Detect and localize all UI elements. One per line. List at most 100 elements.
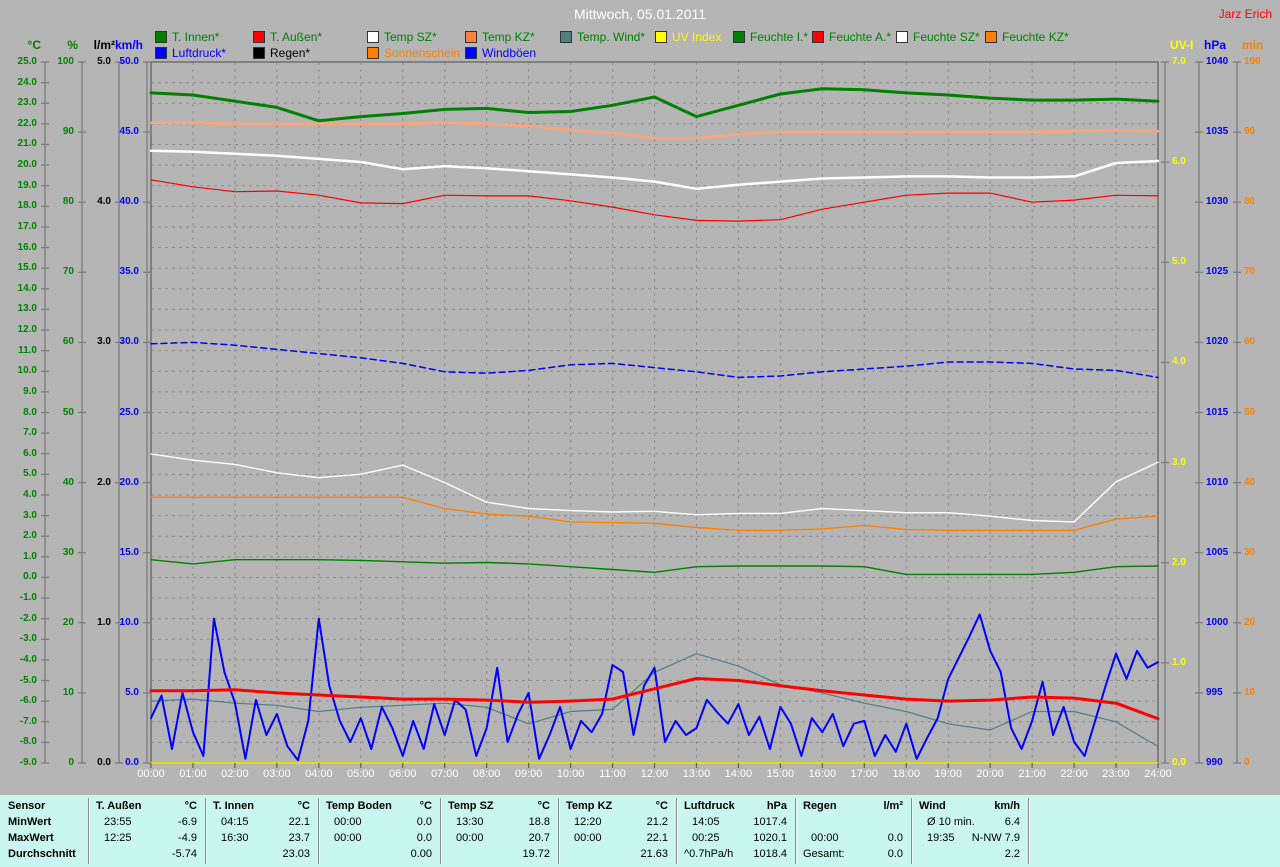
stats-avg-value: -5.74 [127, 847, 197, 862]
axis-tick-c: 10.0 [0, 365, 37, 376]
axis-tick-min: 70 [1244, 266, 1280, 277]
axis-tick-c: 20.0 [0, 159, 37, 170]
x-axis-label: 04:00 [297, 768, 341, 780]
stats-row-label: MaxWert [8, 831, 54, 846]
axis-tick-c: 3.0 [0, 510, 37, 521]
axis-tick-kmh: 50.0 [91, 56, 139, 67]
axis-tick-c: 6.0 [0, 448, 37, 459]
table-separator [440, 798, 442, 864]
stats-col-name: T. Innen [213, 799, 254, 814]
x-axis-label: 05:00 [339, 768, 383, 780]
stats-max-value: N-NW 7.9 [950, 831, 1020, 846]
x-axis-label: 17:00 [842, 768, 886, 780]
stats-row-label: Durchschnitt [8, 847, 76, 862]
stats-col-name: Regen [803, 799, 837, 814]
stats-col-name: Temp Boden [326, 799, 392, 814]
stats-col-name: Wind [919, 799, 946, 814]
axis-tick-min: 80 [1244, 196, 1280, 207]
table-separator [558, 798, 560, 864]
stats-max-value: 0.0 [362, 831, 432, 846]
x-axis-label: 15:00 [758, 768, 802, 780]
axis-tick-c: 12.0 [0, 324, 37, 335]
table-separator [1028, 798, 1030, 864]
stats-col-unit: km/h [976, 799, 1020, 814]
axis-tick-min: 50 [1244, 407, 1280, 418]
stats-col-unit: °C [266, 799, 310, 814]
axis-tick-min: 60 [1244, 336, 1280, 347]
stats-min-value: 22.1 [240, 815, 310, 830]
axis-tick-pct: 90 [26, 126, 74, 137]
stats-avg-value: 0.00 [362, 847, 432, 862]
axis-tick-kmh: 0.0 [91, 757, 139, 768]
x-axis-label: 12:00 [633, 768, 677, 780]
x-axis-label: 21:00 [1010, 768, 1054, 780]
axis-tick-kmh: 40.0 [91, 196, 139, 207]
stats-min-value: 6.4 [950, 815, 1020, 830]
axis-tick-c: -5.0 [0, 675, 37, 686]
stats-max-time: 00:25 [692, 831, 720, 846]
stats-max-time: 00:00 [334, 831, 362, 846]
stats-max-value: 23.7 [240, 831, 310, 846]
axis-tick-pct: 30 [26, 547, 74, 558]
x-axis-label: 24:00 [1136, 768, 1180, 780]
x-axis-label: 03:00 [255, 768, 299, 780]
stats-max-value: 22.1 [598, 831, 668, 846]
axis-tick-c: 13.0 [0, 303, 37, 314]
axis-tick-uv: 6.0 [1172, 156, 1220, 167]
axis-tick-c: 4.0 [0, 489, 37, 500]
stats-col-name: T. Außen [96, 799, 141, 814]
axis-tick-kmh: 15.0 [91, 547, 139, 558]
x-axis-label: 00:00 [129, 768, 173, 780]
axis-tick-min: 100 [1244, 56, 1280, 67]
stats-avg-value: 19.72 [480, 847, 550, 862]
axis-tick-c: 9.0 [0, 386, 37, 397]
stats-col-unit: °C [506, 799, 550, 814]
axis-tick-c: -7.0 [0, 716, 37, 727]
stats-avg-value: 21.63 [598, 847, 668, 862]
stats-min-value: 1017.4 [717, 815, 787, 830]
axis-tick-c: 2.0 [0, 530, 37, 541]
table-separator [795, 798, 797, 864]
axis-tick-c: 24.0 [0, 77, 37, 88]
x-axis-label: 06:00 [381, 768, 425, 780]
axis-tick-c: 0.0 [0, 571, 37, 582]
stats-row-label: Sensor [8, 799, 45, 814]
table-separator [88, 798, 90, 864]
stats-avg-value: 2.2 [950, 847, 1020, 862]
x-axis-label: 11:00 [591, 768, 635, 780]
chart-canvas [0, 0, 1280, 867]
axis-tick-kmh: 5.0 [91, 687, 139, 698]
axis-tick-min: 10 [1244, 687, 1280, 698]
x-axis-label: 22:00 [1052, 768, 1096, 780]
stats-avg-value: 1018.4 [717, 847, 787, 862]
x-axis-label: 09:00 [507, 768, 551, 780]
axis-tick-kmh: 25.0 [91, 407, 139, 418]
stats-min-value: 21.2 [598, 815, 668, 830]
axis-tick-c: -4.0 [0, 654, 37, 665]
stats-min-value: 0.0 [362, 815, 432, 830]
stats-table: SensorMinWertMaxWertDurchschnittT. Außen… [0, 795, 1280, 867]
axis-tick-kmh: 10.0 [91, 617, 139, 628]
stats-min-time: 14:05 [692, 815, 720, 830]
x-axis-label: 16:00 [800, 768, 844, 780]
x-axis-label: 20:00 [968, 768, 1012, 780]
axis-tick-kmh: 20.0 [91, 477, 139, 488]
stats-col-name: Temp KZ [566, 799, 612, 814]
x-axis-label: 18:00 [884, 768, 928, 780]
stats-min-time: 00:00 [334, 815, 362, 830]
axis-tick-c: 21.0 [0, 138, 37, 149]
x-axis-label: 19:00 [926, 768, 970, 780]
stats-col-name: Luftdruck [684, 799, 735, 814]
axis-tick-c: 16.0 [0, 242, 37, 253]
axis-tick-kmh: 30.0 [91, 336, 139, 347]
stats-col-unit: °C [153, 799, 197, 814]
weather-app-window: Mittwoch, 05.01.2011 Jarz Erich T. Innen… [0, 0, 1280, 867]
stats-col-unit: °C [624, 799, 668, 814]
stats-min-value: -6.9 [127, 815, 197, 830]
x-axis-label: 07:00 [423, 768, 467, 780]
axis-tick-c: 14.0 [0, 283, 37, 294]
axis-tick-pct: 70 [26, 266, 74, 277]
axis-tick-uv: 1.0 [1172, 657, 1220, 668]
axis-tick-min: 0 [1244, 757, 1280, 768]
x-axis-label: 10:00 [549, 768, 593, 780]
